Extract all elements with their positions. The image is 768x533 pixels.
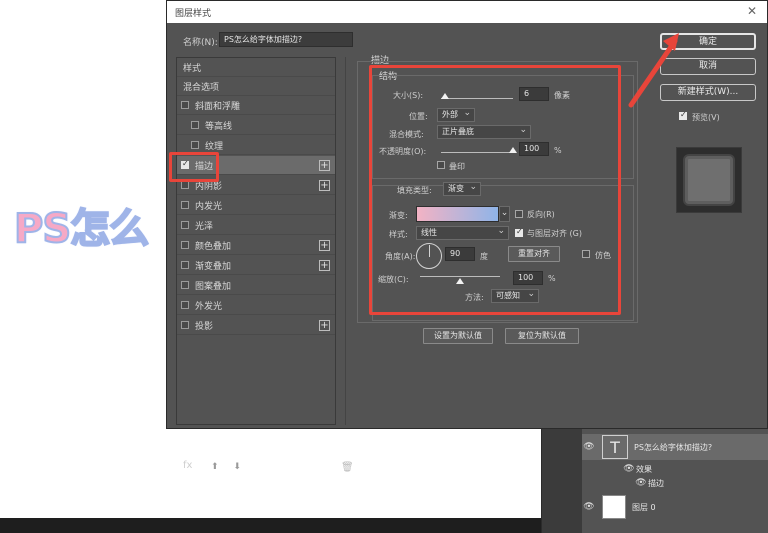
name-label: 名称(N):	[183, 38, 218, 48]
layer-name: PS怎么给字体加描边?	[634, 442, 713, 452]
style-item-label: 外发光	[195, 301, 223, 312]
style-item-checkbox[interactable]	[181, 201, 189, 209]
style-item[interactable]: 光泽	[177, 216, 335, 235]
style-item-checkbox[interactable]	[181, 321, 189, 329]
add-icon[interactable]: +	[319, 319, 330, 331]
styles-header[interactable]: 样式	[177, 58, 335, 77]
style-item[interactable]: 渐变叠加 +	[177, 256, 335, 275]
layers-panel: 👁 T PS怎么给字体加描边? 👁 效果 👁 描边 👁 图层 0	[541, 424, 768, 533]
blend-options-label: 混合选项	[183, 82, 220, 93]
dialog-titlebar[interactable]: 图层样式 ✕	[167, 1, 767, 23]
effect-stroke-label: 描边	[648, 478, 664, 488]
fx-icon[interactable]: fx	[183, 460, 192, 471]
set-default-button[interactable]: 设置为默认值	[423, 328, 493, 344]
styles-header-label: 样式	[183, 63, 202, 74]
style-preview-swatch	[683, 154, 735, 206]
highlight-stroke-item	[169, 152, 219, 182]
style-item-label: 投影	[195, 321, 214, 332]
add-icon[interactable]: +	[319, 159, 330, 171]
trash-icon[interactable]: 🗑	[341, 462, 354, 473]
eye-icon[interactable]: 👁	[582, 440, 596, 454]
style-item[interactable]: 图案叠加	[177, 276, 335, 295]
blend-options[interactable]: 混合选项	[177, 77, 335, 96]
style-item-label: 内发光	[195, 201, 223, 212]
divider	[345, 57, 346, 425]
status-bar	[0, 518, 560, 533]
eye-icon[interactable]: 👁	[582, 500, 596, 514]
red-arrow-icon	[628, 33, 679, 108]
style-item-checkbox[interactable]	[181, 221, 189, 229]
style-item-checkbox[interactable]	[181, 101, 189, 109]
dialog-title: 图层样式	[175, 9, 212, 19]
style-item-checkbox[interactable]	[181, 241, 189, 249]
effects-label: 效果	[636, 464, 652, 474]
close-icon[interactable]: ✕	[747, 4, 757, 18]
styles-list: 样式 混合选项 斜面和浮雕等高线纹理描边+内阴影+内发光光泽颜色叠加+渐变叠加+…	[176, 57, 354, 473]
style-item[interactable]: 外发光	[177, 296, 335, 315]
style-item[interactable]: 内发光	[177, 196, 335, 215]
style-item-checkbox[interactable]	[181, 181, 189, 189]
style-item[interactable]: 等高线	[177, 116, 335, 135]
layer-style-dialog: 图层样式 ✕ 名称(N): PS怎么给字体加描边? 样式 混合选项 斜面和浮雕等…	[166, 0, 768, 473]
move-arrows-icon[interactable]: ⬆ ⬇	[211, 462, 247, 472]
highlight-stroke-settings	[369, 65, 621, 315]
style-item-label: 光泽	[195, 221, 214, 232]
style-item[interactable]: 颜色叠加 +	[177, 236, 335, 255]
style-item-label: 颜色叠加	[195, 241, 232, 252]
style-item-label: 等高线	[205, 121, 233, 132]
reset-default-button[interactable]: 复位为默认值	[505, 328, 579, 344]
layers-panel-strip	[542, 424, 582, 533]
layer-row-text[interactable]: 👁 T PS怎么给字体加描边?	[582, 434, 768, 460]
add-icon[interactable]: +	[319, 259, 330, 271]
eye-icon[interactable]: 👁	[634, 476, 648, 490]
style-item-checkbox[interactable]	[181, 261, 189, 269]
style-item-checkbox[interactable]	[181, 281, 189, 289]
eye-icon[interactable]: 👁	[622, 462, 636, 476]
style-item[interactable]: 投影 +	[177, 316, 335, 335]
add-icon[interactable]: +	[319, 239, 330, 251]
style-preview	[676, 147, 742, 213]
preview-label: 预览(V)	[692, 113, 720, 122]
name-field[interactable]: PS怎么给字体加描边?	[219, 32, 353, 47]
style-item-checkbox[interactable]	[181, 301, 189, 309]
text-layer-thumbnail: T	[602, 435, 628, 459]
style-item-label: 纹理	[205, 141, 224, 152]
style-item[interactable]: 斜面和浮雕	[177, 96, 335, 115]
add-icon[interactable]: +	[319, 179, 330, 191]
layer-name: 图层 0	[632, 502, 656, 512]
style-item-checkbox[interactable]	[191, 121, 199, 129]
style-item-label: 斜面和浮雕	[195, 101, 241, 112]
style-item-label: 渐变叠加	[195, 261, 232, 272]
layer-effect-stroke-row[interactable]: 👁 描边	[582, 476, 768, 490]
canvas-text: PS怎么	[13, 205, 150, 253]
preview-checkbox[interactable]	[679, 110, 687, 120]
style-item-checkbox[interactable]	[191, 141, 199, 149]
layer-thumbnail	[602, 495, 626, 519]
layer-effects-row[interactable]: 👁 效果	[582, 462, 768, 476]
style-item-label: 图案叠加	[195, 281, 232, 292]
layer-row-bg[interactable]: 👁 图层 0	[582, 494, 768, 520]
